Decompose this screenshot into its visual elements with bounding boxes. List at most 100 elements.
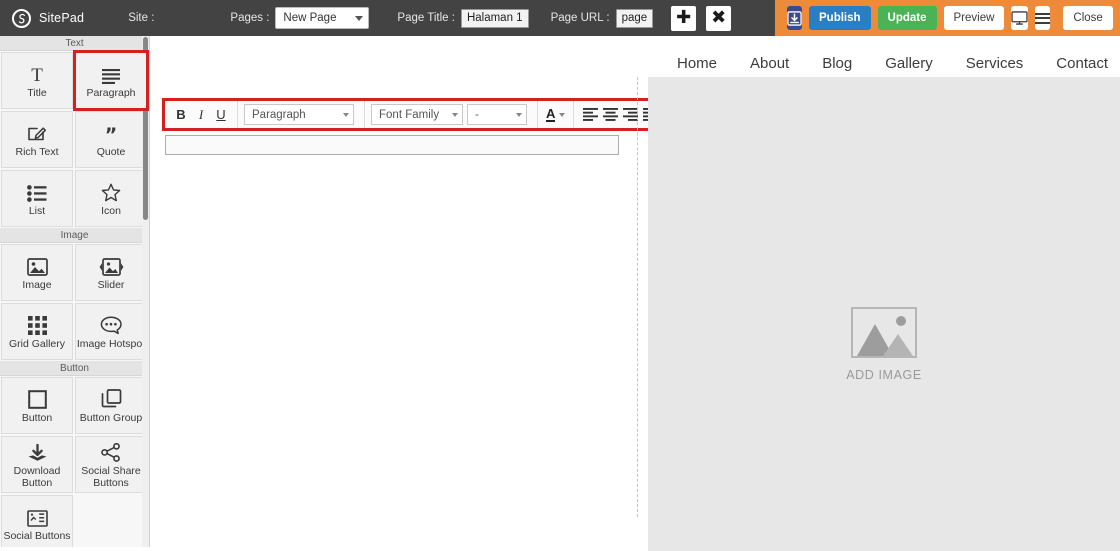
- paragraph-edit-block[interactable]: [165, 135, 619, 155]
- sidebar-item-social-share-buttons[interactable]: Social Share Buttons: [75, 436, 147, 493]
- sidebar-item-download-button[interactable]: Download Button: [1, 436, 73, 493]
- sidebar-item-image-hotspot[interactable]: Image Hotspot: [75, 303, 147, 360]
- sidebar-item-label: Title: [27, 86, 47, 99]
- brand-logo[interactable]: SitePad: [0, 8, 85, 28]
- sidebar-empty-cell: [75, 495, 147, 547]
- page-title-group: Page Title : Halaman 1: [397, 8, 529, 28]
- preview-button[interactable]: Preview: [943, 6, 1005, 30]
- sidebar-item-slider[interactable]: Slider: [75, 244, 147, 301]
- pages-dropdown[interactable]: New Page: [275, 7, 370, 29]
- paragraph-lines-icon: [101, 62, 121, 84]
- site-label: Site :: [128, 12, 155, 24]
- chevron-down-icon: [452, 112, 458, 117]
- nav-item-blog[interactable]: Blog: [822, 55, 852, 72]
- sidebar-scrollbar[interactable]: [142, 36, 149, 547]
- sidebar-item-label: Button: [21, 411, 53, 424]
- column-divider: [637, 77, 638, 517]
- sun-dot: [896, 316, 906, 326]
- nav-item-services[interactable]: Services: [966, 55, 1024, 72]
- grid-gallery-icon: [27, 313, 47, 335]
- font-size-dropdown[interactable]: -: [467, 104, 527, 125]
- sidebar-item-icon[interactable]: Icon: [75, 170, 147, 227]
- page-url-input[interactable]: page: [615, 8, 654, 28]
- image-placeholder-icon: [851, 307, 917, 358]
- social-buttons-icon: [26, 505, 48, 527]
- sidebar-item-label: Download Button: [13, 465, 61, 489]
- sidebar-item-list[interactable]: List: [1, 170, 73, 227]
- sidebar-item-label: Image: [22, 278, 52, 291]
- add-page-button[interactable]: ✚: [671, 5, 697, 31]
- text-color-icon[interactable]: A: [544, 105, 567, 122]
- nav-item-contact[interactable]: Contact: [1056, 55, 1108, 72]
- sidebar-item-label: Slider: [97, 278, 125, 291]
- image-photo-icon: [26, 254, 48, 276]
- pages-dropdown-value: New Page: [283, 12, 337, 24]
- sidebar-item-button-group[interactable]: Button Group: [75, 377, 147, 434]
- title-T-icon: T: [28, 62, 46, 84]
- pages-selector[interactable]: Pages : New Page: [230, 7, 370, 29]
- square-button-icon: [27, 387, 47, 409]
- sidebar-item-label: Rich Text: [15, 145, 59, 158]
- delete-page-button[interactable]: ✖: [706, 5, 732, 31]
- page-url-label: Page URL :: [550, 12, 610, 24]
- sidebar-row: Button Button Group: [0, 376, 149, 435]
- sidebar-group-button-header: Button: [0, 361, 149, 376]
- sidebar-item-label: Icon: [101, 204, 121, 217]
- chevron-down-icon: [343, 112, 349, 117]
- sidebar-item-label: Paragraph: [86, 86, 136, 99]
- format-block-dropdown[interactable]: Paragraph: [244, 104, 354, 125]
- sidebar-item-button[interactable]: Button: [1, 377, 73, 434]
- sidebar-row: Grid Gallery Image Hotspot: [0, 302, 149, 361]
- toolbar-group-format: Paragraph: [238, 101, 365, 128]
- update-button[interactable]: Update: [877, 6, 937, 30]
- sidebar-item-social-buttons[interactable]: Social Buttons: [1, 495, 73, 547]
- site-navigation: Home About Blog Gallery Services Contact: [677, 55, 1108, 72]
- close-x-icon: ✖: [711, 7, 727, 28]
- toolbar-group-style: B I U: [165, 101, 238, 128]
- italic-icon[interactable]: I: [191, 104, 211, 125]
- site-selector[interactable]: Site :: [128, 12, 154, 24]
- close-button[interactable]: Close: [1063, 6, 1113, 30]
- nav-item-home[interactable]: Home: [677, 55, 717, 72]
- text-color-letter: A: [546, 105, 556, 122]
- publish-button[interactable]: Publish: [809, 6, 871, 30]
- sidebar-item-title[interactable]: T Title: [1, 52, 73, 109]
- menu-button[interactable]: [1035, 6, 1051, 30]
- widget-sidebar[interactable]: Text T Title Paragraph Rich Text ” Quote…: [0, 36, 150, 547]
- bullet-list-icon: [27, 180, 47, 202]
- save-button[interactable]: [787, 6, 802, 30]
- sidebar-item-label: Quote: [96, 145, 126, 158]
- sidebar-row: Image Slider: [0, 243, 149, 302]
- save-download-icon: [787, 10, 802, 26]
- sidebar-item-paragraph[interactable]: Paragraph: [73, 50, 149, 111]
- image-hotspot-icon: [100, 313, 122, 335]
- font-family-value: Font Family: [379, 108, 440, 121]
- sidebar-row: Rich Text ” Quote: [0, 110, 149, 169]
- sidebar-item-image[interactable]: Image: [1, 244, 73, 301]
- sidebar-group-image-header: Image: [0, 228, 149, 243]
- align-left-icon[interactable]: [580, 104, 600, 125]
- nav-item-gallery[interactable]: Gallery: [885, 55, 933, 72]
- underline-icon[interactable]: U: [211, 104, 231, 125]
- chevron-down-icon: [516, 112, 522, 117]
- page-title-input[interactable]: Halaman 1: [460, 8, 529, 28]
- share-nodes-icon: [101, 440, 121, 462]
- align-center-icon[interactable]: [600, 104, 620, 125]
- font-family-dropdown[interactable]: Font Family: [371, 104, 463, 125]
- image-slider-icon: [99, 254, 124, 276]
- page-canvas[interactable]: Home About Blog Gallery Services Contact…: [151, 36, 1120, 551]
- font-size-value: -: [475, 108, 479, 121]
- pages-label: Pages :: [230, 12, 270, 24]
- add-image-placeholder[interactable]: ADD IMAGE: [648, 307, 1120, 382]
- image-column[interactable]: ADD IMAGE: [648, 77, 1120, 551]
- brand-name: SitePad: [39, 11, 85, 25]
- sidebar-item-label: List: [28, 204, 46, 217]
- sidebar-item-rich-text[interactable]: Rich Text: [1, 111, 73, 168]
- nav-item-about[interactable]: About: [750, 55, 789, 72]
- bold-icon[interactable]: B: [171, 104, 191, 125]
- sidebar-item-grid-gallery[interactable]: Grid Gallery: [1, 303, 73, 360]
- download-arrow-icon: [27, 440, 48, 462]
- sidebar-item-quote[interactable]: ” Quote: [75, 111, 147, 168]
- star-icon: [101, 180, 121, 202]
- device-view-button[interactable]: [1011, 6, 1029, 30]
